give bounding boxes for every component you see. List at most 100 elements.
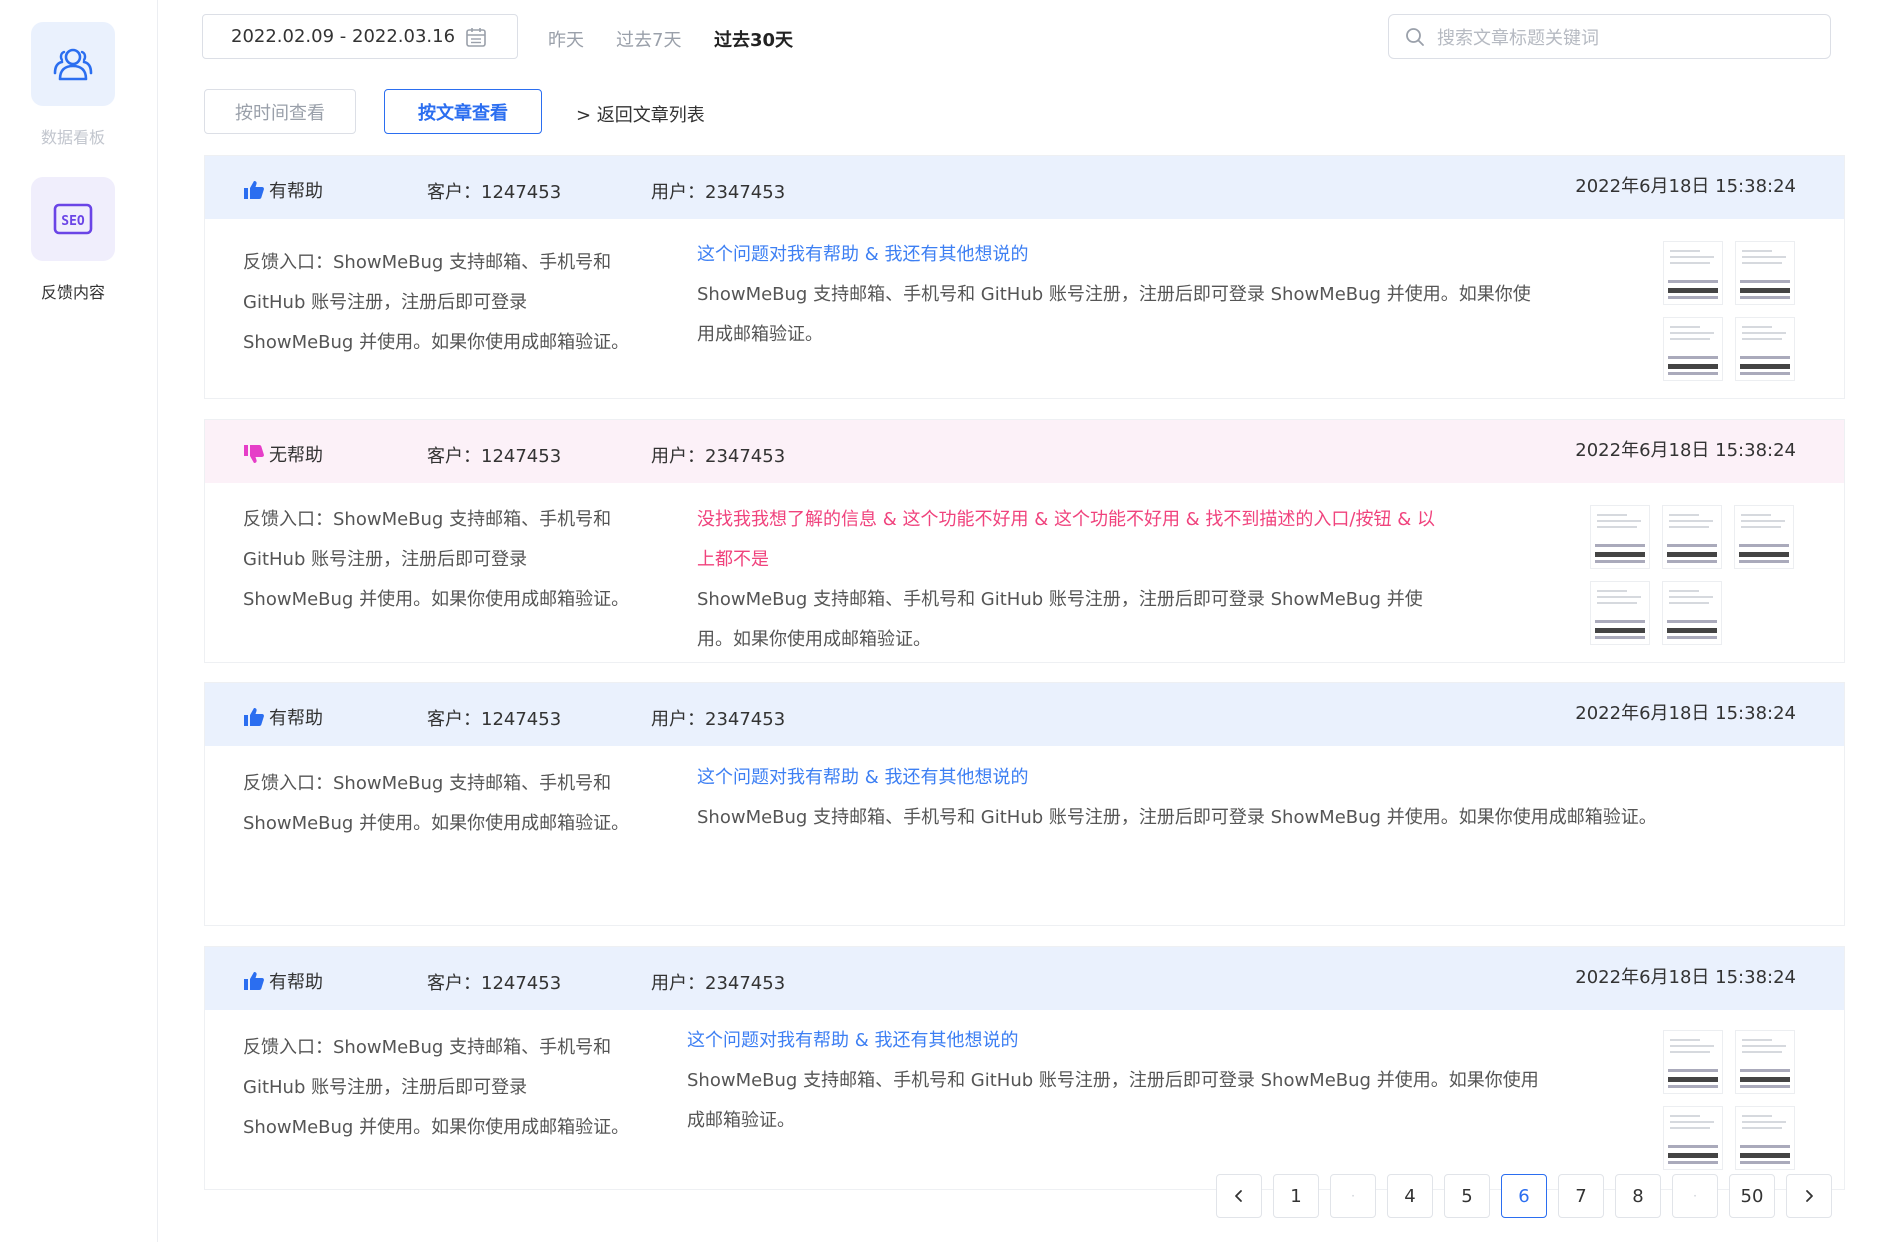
pagination-page-button[interactable]: 8	[1615, 1174, 1661, 1218]
feedback-entry-line: GitHub 账号注册，注册后即可登录	[243, 1077, 528, 1098]
feedback-description: ShowMeBug 支持邮箱、手机号和 GitHub 账号注册，注册后即可登录 …	[687, 1061, 1647, 1141]
attachment-thumbnail[interactable]	[1663, 1030, 1723, 1094]
search-input[interactable]: 搜索文章标题关键词	[1388, 14, 1831, 59]
date-range-value: 2022.02.09 - 2022.03.16	[231, 26, 456, 47]
feedback-entry: 反馈入口：ShowMeBug 支持邮箱、手机号和 GitHub 账号注册，注册后…	[243, 1028, 673, 1148]
sidebar: 数据看板 SEO 反馈内容	[0, 0, 158, 1242]
pagination-ellipsis[interactable]: ·	[1330, 1174, 1376, 1218]
feedback-status: 有帮助	[243, 704, 323, 730]
feedback-options-line: 没找我我想了解的信息 & 这个功能不好用 & 这个功能不好用 & 找不到描述的入…	[697, 509, 1435, 530]
feedback-entry-line: 反馈入口：ShowMeBug 支持邮箱、手机号和	[243, 1037, 612, 1058]
feedback-entry-line: ShowMeBug 并使用。如果你使用成邮箱验证。	[243, 332, 630, 353]
feedback-description-line: ShowMeBug 支持邮箱、手机号和 GitHub 账号注册，注册后即可登录 …	[697, 807, 1657, 828]
feedback-options: 这个问题对我有帮助 & 我还有其他想说的	[697, 235, 1028, 275]
attachment-thumbnail[interactable]	[1663, 241, 1723, 305]
feedback-description-line: ShowMeBug 支持邮箱、手机号和 GitHub 账号注册，注册后即可登录 …	[687, 1070, 1539, 1091]
pagination-page-button[interactable]: 50	[1729, 1174, 1775, 1218]
attachment-thumbnail[interactable]	[1735, 241, 1795, 305]
feedback-time: 2022年6月18日 15:38:24	[1575, 967, 1796, 988]
attachment-thumbnail[interactable]	[1590, 581, 1650, 645]
feedback-status-label: 无帮助	[269, 445, 323, 466]
feedback-options: 这个问题对我有帮助 & 我还有其他想说的	[687, 1021, 1018, 1061]
customer-id: 客户：1247453	[427, 973, 562, 994]
feedback-entry: 反馈入口：ShowMeBug 支持邮箱、手机号和 ShowMeBug 并使用。如…	[243, 764, 673, 844]
pagination-page-button[interactable]: 7	[1558, 1174, 1604, 1218]
feedback-time: 2022年6月18日 15:38:24	[1575, 440, 1796, 461]
thumbs-up-icon	[243, 707, 265, 727]
seo-icon: SEO	[53, 203, 93, 235]
attachment-thumbnails	[1663, 241, 1795, 381]
sidebar-tile-feedback[interactable]: SEO	[31, 177, 115, 261]
feedback-card: 有帮助 客户：1247453 用户：2347453 2022年6月18日 15:…	[204, 155, 1845, 399]
quick-range-30days[interactable]: 过去30天	[714, 26, 793, 52]
attachment-thumbnail[interactable]	[1663, 1106, 1723, 1170]
feedback-description: ShowMeBug 支持邮箱、手机号和 GitHub 账号注册，注册后即可登录 …	[697, 798, 1807, 838]
feedback-entry-line: 反馈入口：ShowMeBug 支持邮箱、手机号和	[243, 509, 612, 530]
feedback-entry-line: ShowMeBug 并使用。如果你使用成邮箱验证。	[243, 589, 630, 610]
feedback-description-line: ShowMeBug 支持邮箱、手机号和 GitHub 账号注册，注册后即可登录 …	[697, 589, 1423, 610]
chevron-right-icon	[1806, 1190, 1813, 1202]
feedback-time: 2022年6月18日 15:38:24	[1575, 703, 1796, 724]
feedback-entry: 反馈入口：ShowMeBug 支持邮箱、手机号和 GitHub 账号注册，注册后…	[243, 500, 673, 620]
thumbs-up-icon	[243, 180, 265, 200]
attachment-thumbnail[interactable]	[1590, 505, 1650, 569]
search-icon	[1406, 27, 1424, 46]
feedback-status-label: 有帮助	[269, 708, 323, 729]
feedback-entry-line: GitHub 账号注册，注册后即可登录	[243, 292, 528, 313]
pagination-page-button[interactable]: 5	[1444, 1174, 1490, 1218]
attachment-thumbnail[interactable]	[1662, 581, 1722, 645]
user-id: 用户：2347453	[651, 182, 786, 203]
sidebar-item-feedback[interactable]: SEO 反馈内容	[31, 177, 115, 303]
feedback-description-line: 用成邮箱验证。	[697, 324, 823, 345]
search-placeholder: 搜索文章标题关键词	[1437, 27, 1599, 49]
feedback-entry-line: 反馈入口：ShowMeBug 支持邮箱、手机号和	[243, 252, 612, 273]
attachment-thumbnails	[1663, 1030, 1795, 1170]
feedback-card: 无帮助 客户：1247453 用户：2347453 2022年6月18日 15:…	[204, 419, 1845, 663]
pagination-next-button[interactable]	[1786, 1174, 1832, 1218]
users-icon	[53, 48, 93, 81]
sidebar-item-dashboard[interactable]: 数据看板	[31, 22, 115, 148]
feedback-entry-line: 反馈入口：ShowMeBug 支持邮箱、手机号和	[243, 773, 612, 794]
date-range-picker[interactable]: 2022.02.09 - 2022.03.16	[202, 14, 518, 59]
feedback-card: 有帮助 客户：1247453 用户：2347453 2022年6月18日 15:…	[204, 946, 1845, 1190]
sidebar-item-label: 数据看板	[40, 128, 105, 147]
pagination-page-button[interactable]: 1	[1273, 1174, 1319, 1218]
pagination-ellipsis[interactable]: ·	[1672, 1174, 1718, 1218]
quick-range-yesterday[interactable]: 昨天	[548, 26, 584, 52]
feedback-status: 有帮助	[243, 177, 323, 203]
sidebar-item-label: 反馈内容	[40, 283, 105, 302]
attachment-thumbnail[interactable]	[1735, 1106, 1795, 1170]
feedback-entry: 反馈入口：ShowMeBug 支持邮箱、手机号和 GitHub 账号注册，注册后…	[243, 243, 673, 363]
feedback-description-line: 用。如果你使用成邮箱验证。	[697, 629, 931, 650]
feedback-description-line: ShowMeBug 支持邮箱、手机号和 GitHub 账号注册，注册后即可登录 …	[697, 284, 1531, 305]
attachment-thumbnail[interactable]	[1734, 505, 1794, 569]
view-by-time-button[interactable]: 按时间查看	[204, 89, 356, 134]
feedback-status-label: 有帮助	[269, 972, 323, 993]
feedback-options: 没找我我想了解的信息 & 这个功能不好用 & 这个功能不好用 & 找不到描述的入…	[697, 500, 1537, 580]
feedback-status-label: 有帮助	[269, 181, 323, 202]
quick-range-7days[interactable]: 过去7天	[616, 26, 681, 52]
pagination-prev-button[interactable]	[1216, 1174, 1262, 1218]
user-id: 用户：2347453	[651, 446, 786, 467]
feedback-status: 有帮助	[243, 968, 323, 994]
feedback-description: ShowMeBug 支持邮箱、手机号和 GitHub 账号注册，注册后即可登录 …	[697, 275, 1657, 355]
feedback-options-line: 这个问题对我有帮助 & 我还有其他想说的	[687, 1030, 1019, 1051]
attachment-thumbnail[interactable]	[1663, 317, 1723, 381]
feedback-card-header: 有帮助 客户：1247453 用户：2347453 2022年6月18日 15:…	[205, 947, 1844, 1010]
pagination-page-button[interactable]: 4	[1387, 1174, 1433, 1218]
user-id: 用户：2347453	[651, 709, 786, 730]
attachment-thumbnail[interactable]	[1735, 317, 1795, 381]
back-to-article-list-link[interactable]: > 返回文章列表	[576, 101, 705, 127]
attachment-thumbnail[interactable]	[1735, 1030, 1795, 1094]
feedback-card-header: 无帮助 客户：1247453 用户：2347453 2022年6月18日 15:…	[205, 420, 1844, 483]
view-by-article-button[interactable]: 按文章查看	[384, 89, 542, 134]
feedback-options-line: 这个问题对我有帮助 & 我还有其他想说的	[697, 244, 1029, 265]
sidebar-tile-dashboard[interactable]	[31, 22, 115, 106]
customer-id: 客户：1247453	[427, 446, 562, 467]
chevron-left-icon	[1235, 1190, 1242, 1202]
feedback-entry-line: GitHub 账号注册，注册后即可登录	[243, 549, 528, 570]
feedback-time: 2022年6月18日 15:38:24	[1575, 176, 1796, 197]
pagination-current-page[interactable]: 6	[1501, 1174, 1547, 1218]
attachment-thumbnail[interactable]	[1662, 505, 1722, 569]
thumbs-down-icon	[243, 444, 265, 464]
